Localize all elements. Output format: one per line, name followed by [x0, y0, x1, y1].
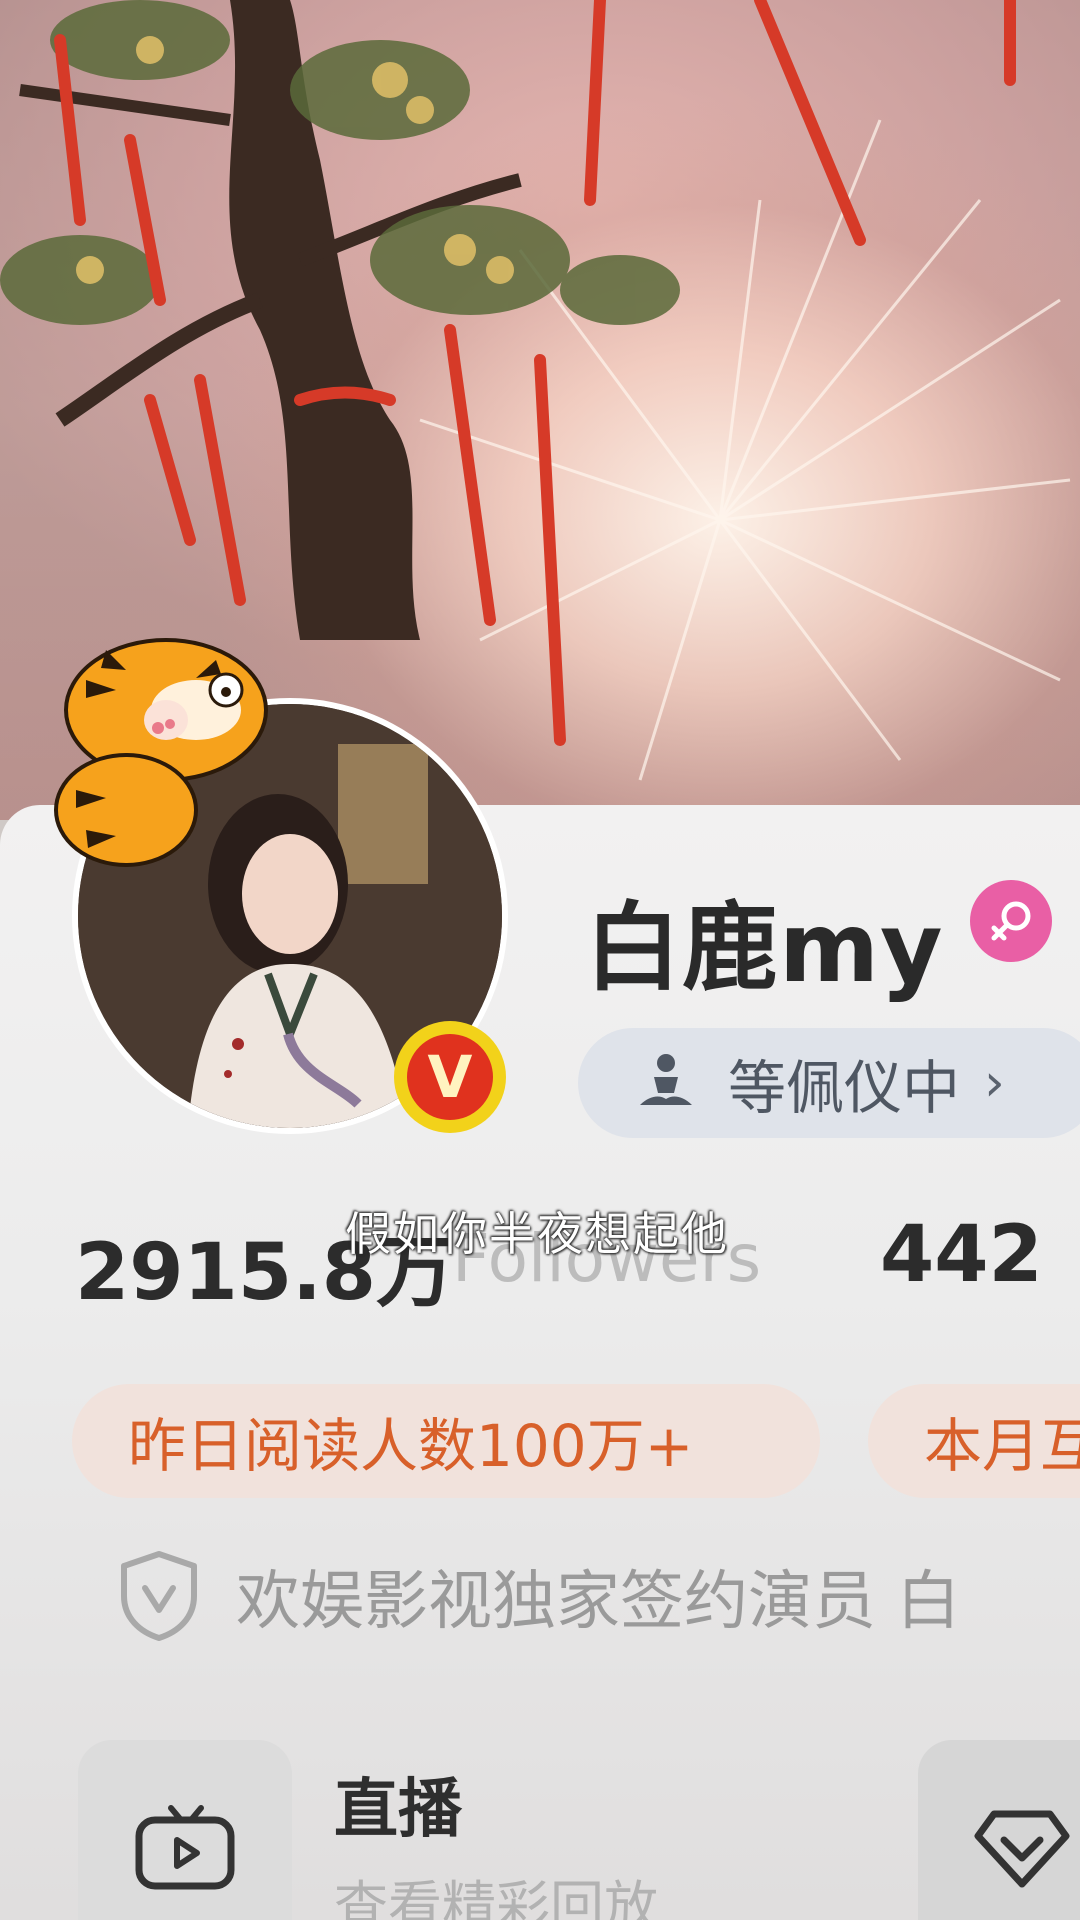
tag-daily-readers[interactable]: 昨日阅读人数100万+: [72, 1384, 820, 1498]
shield-v-icon: [121, 1551, 197, 1641]
verified-badge: V: [394, 1021, 506, 1133]
verification-text: 欢娱影视独家签约演员 白: [236, 1565, 961, 1639]
live-tile-subtitle[interactable]: 查看精彩回放: [334, 1862, 658, 1920]
diamond-icon: [974, 1810, 1070, 1888]
live-tile-icon-box[interactable]: [78, 1740, 292, 1920]
live-tile-title[interactable]: 直播: [334, 1758, 462, 1850]
profile-screen: V 白鹿my 等佩仪中 › 2915.8万 Followers 442 假如你半…: [0, 0, 1080, 1920]
diamond-tile[interactable]: [918, 1740, 1080, 1920]
tiger-sticker-icon: [54, 638, 268, 867]
tv-play-icon: [135, 1805, 235, 1890]
verified-v-icon: V: [407, 1034, 493, 1120]
profile-name: 白鹿my: [585, 892, 944, 1004]
video-subtitle: 假如你半夜想起他: [345, 1207, 729, 1261]
female-icon: [970, 880, 1052, 962]
following-count[interactable]: 442: [880, 1210, 1043, 1300]
status-pill[interactable]: 等佩仪中 ›: [578, 1028, 1080, 1138]
tag-monthly-interaction[interactable]: 本月互: [868, 1384, 1080, 1498]
meditate-person-icon: [640, 1054, 692, 1105]
status-label: 等佩仪中: [728, 1054, 961, 1122]
verification-row[interactable]: 欢娱影视独家签约演员 白: [118, 1550, 960, 1642]
chevron-right-icon: ›: [984, 1053, 1005, 1113]
